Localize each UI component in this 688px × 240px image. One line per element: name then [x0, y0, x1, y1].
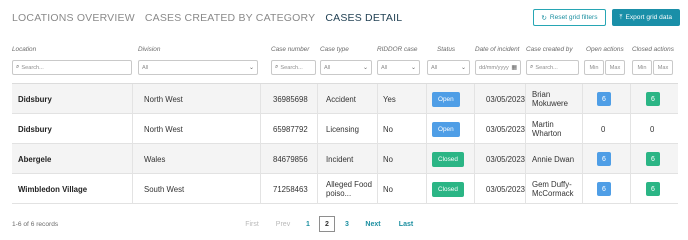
- table-row[interactable]: Didsbury North West 36985698 Accident Ye…: [12, 84, 678, 114]
- cell-division: North West: [144, 124, 183, 134]
- refresh-icon: ↻: [541, 14, 547, 22]
- upload-icon: ⤒: [619, 13, 623, 21]
- location-search-input[interactable]: ⌕ Search...: [12, 60, 132, 75]
- pagination-page-3[interactable]: 3: [342, 216, 352, 232]
- pagination-page-1[interactable]: 1: [303, 216, 313, 232]
- table-row[interactable]: Abergele Wales 84679856 Incident No Clos…: [12, 144, 678, 174]
- tab-locations-overview[interactable]: LOCATIONS OVERVIEW: [12, 12, 135, 24]
- cell-date: 03/05/2023: [486, 154, 526, 164]
- open-actions-count: 0: [601, 124, 606, 134]
- search-icon: ⌕: [530, 64, 534, 70]
- header-riddor[interactable]: RIDDOR case: [377, 46, 417, 53]
- tab-cases-created-by-category[interactable]: CASES CREATED BY CATEGORY: [145, 12, 316, 24]
- cell-created-by: Annie Dwan: [532, 154, 575, 164]
- cases-table: Didsbury North West 36985698 Accident Ye…: [12, 83, 678, 204]
- cell-case-type: Incident: [326, 154, 354, 164]
- header-division[interactable]: Division: [138, 46, 160, 53]
- status-select[interactable]: All ⌄: [427, 60, 470, 75]
- pagination-first[interactable]: First: [243, 216, 261, 232]
- chevron-down-icon: ⌄: [248, 65, 254, 71]
- header-case-type[interactable]: Case type: [320, 46, 349, 53]
- grid-actions: ↻ Reset grid filters ⤒ Export grid data: [533, 9, 680, 26]
- cell-location: Didsbury: [18, 124, 52, 134]
- pagination-page-2-current[interactable]: 2: [319, 216, 335, 232]
- pagination-last[interactable]: Last: [397, 216, 415, 232]
- cell-date: 03/05/2023: [486, 124, 526, 134]
- case-number-search-input[interactable]: ⌕ Search...: [271, 60, 316, 75]
- cell-division: Wales: [144, 154, 166, 164]
- status-badge: Closed: [432, 151, 464, 167]
- cell-location: Didsbury: [18, 94, 52, 104]
- chevron-down-icon: ⌄: [410, 65, 416, 71]
- header-created-by[interactable]: Case created by: [526, 46, 573, 53]
- cell-case-number: 84679856: [273, 154, 308, 164]
- filter-row: ⌕ Search... All ⌄ ⌕ Search... All ⌄ All …: [0, 60, 688, 75]
- open-actions-count[interactable]: 6: [597, 152, 611, 166]
- closed-actions-count[interactable]: 6: [646, 92, 660, 106]
- closed-actions-min-input[interactable]: Min: [632, 60, 652, 75]
- reset-grid-filters-button[interactable]: ↻ Reset grid filters: [533, 9, 606, 26]
- cell-riddor: No: [383, 124, 393, 134]
- header-date[interactable]: Date of incident: [475, 46, 519, 53]
- table-row[interactable]: Wimbledon Village South West 71258463 Al…: [12, 174, 678, 204]
- cell-riddor: No: [383, 184, 393, 194]
- cell-created-by: Martin Wharton: [532, 120, 562, 138]
- header-case-number[interactable]: Case number: [271, 46, 309, 53]
- created-by-search-input[interactable]: ⌕ Search...: [526, 60, 579, 75]
- chevron-down-icon: ⌄: [362, 65, 368, 71]
- header-location[interactable]: Location: [12, 46, 36, 53]
- status-badge: Open: [432, 91, 460, 107]
- closed-actions-count: 0: [650, 124, 655, 134]
- cell-division: South West: [144, 184, 185, 194]
- division-select[interactable]: All ⌄: [138, 60, 258, 75]
- pagination: First Prev 1 2 3 Next Last: [0, 216, 688, 232]
- cell-date: 03/05/2023: [486, 184, 526, 194]
- calendar-icon[interactable]: ▦: [511, 64, 517, 71]
- closed-actions-count[interactable]: 6: [646, 152, 660, 166]
- header-open-actions[interactable]: Open actions: [586, 46, 624, 53]
- cell-case-type: Licensing: [326, 124, 359, 134]
- open-actions-count[interactable]: 6: [597, 182, 611, 196]
- pagination-prev[interactable]: Prev: [274, 216, 292, 232]
- chevron-down-icon: ⌄: [460, 65, 466, 71]
- cell-case-type: Accident: [326, 94, 356, 104]
- case-type-select[interactable]: All ⌄: [320, 60, 372, 75]
- export-grid-data-button[interactable]: ⤒ Export grid data: [611, 9, 680, 26]
- cell-division: North West: [144, 94, 183, 104]
- cell-created-by: Brian Mokuwere: [532, 90, 568, 108]
- table-row[interactable]: Didsbury North West 65987792 Licensing N…: [12, 114, 678, 144]
- search-icon: ⌕: [275, 64, 279, 70]
- cell-case-number: 36985698: [273, 94, 308, 104]
- cell-location: Abergele: [18, 154, 52, 164]
- cell-case-type: Alleged Food poiso...: [326, 180, 372, 198]
- header-closed-actions[interactable]: Closed actions: [632, 46, 674, 53]
- status-badge: Closed: [432, 181, 464, 197]
- status-badge: Open: [432, 121, 460, 137]
- riddor-select[interactable]: All ⌄: [377, 60, 420, 75]
- tab-cases-detail[interactable]: CASES DETAIL: [325, 12, 402, 24]
- open-actions-max-input[interactable]: Max: [605, 60, 625, 75]
- view-tabs: LOCATIONS OVERVIEW CASES CREATED BY CATE…: [12, 12, 402, 24]
- open-actions-min-input[interactable]: Min: [584, 60, 604, 75]
- closed-actions-max-input[interactable]: Max: [653, 60, 673, 75]
- date-input[interactable]: dd/mm/yyyy ▦: [475, 60, 521, 75]
- search-icon: ⌕: [16, 64, 20, 70]
- cell-riddor: Yes: [383, 94, 396, 104]
- cell-date: 03/05/2023: [486, 94, 526, 104]
- cell-created-by: Gem Duffy-McCormack: [532, 180, 574, 198]
- cell-riddor: No: [383, 154, 393, 164]
- open-actions-count[interactable]: 6: [597, 92, 611, 106]
- cell-location: Wimbledon Village: [18, 184, 88, 194]
- header-status[interactable]: Status: [437, 46, 455, 53]
- pagination-next[interactable]: Next: [363, 216, 383, 232]
- closed-actions-count[interactable]: 6: [646, 182, 660, 196]
- cell-case-number: 65987792: [273, 124, 308, 134]
- cell-case-number: 71258463: [273, 184, 308, 194]
- column-headers: Location Division Case number Case type …: [0, 46, 688, 56]
